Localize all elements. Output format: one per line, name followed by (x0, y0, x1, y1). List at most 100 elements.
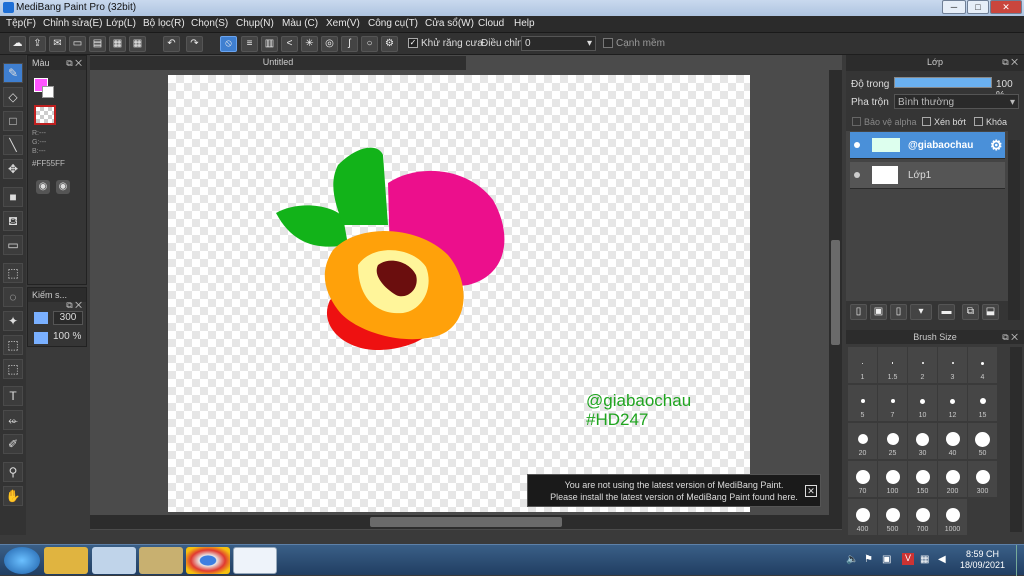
lasso-tool-icon[interactable]: ◌ (3, 287, 23, 307)
menu-help[interactable]: Help (514, 18, 535, 29)
shape-tool-icon[interactable]: ■ (3, 187, 23, 207)
menu-layer[interactable]: Lớp(L) (106, 18, 136, 29)
undo-icon[interactable]: ↶ (163, 36, 180, 52)
brush-size-option[interactable]: 12 (938, 385, 967, 421)
close-button[interactable]: ✕ (990, 0, 1022, 14)
line-tool-icon[interactable]: ╲ (3, 135, 23, 155)
brush-size-option[interactable]: 100 (878, 461, 907, 497)
select-eraser-icon[interactable]: ⬚ (3, 359, 23, 379)
brush-size-option[interactable]: 1 (848, 347, 877, 383)
brush-size-option[interactable]: 15 (968, 385, 997, 421)
explorer-icon[interactable] (44, 547, 88, 574)
parallel-snap-icon[interactable]: ≡ (241, 36, 258, 52)
select-pen-icon[interactable]: ⬚ (3, 335, 23, 355)
menu-color[interactable]: Màu (C) (282, 18, 318, 29)
brush-size-option[interactable]: 700 (908, 499, 937, 535)
brush-size-option[interactable]: 20 (848, 423, 877, 459)
update-notification[interactable]: You are not using the latest version of … (527, 474, 821, 507)
brush-size-option[interactable]: 200 (938, 461, 967, 497)
menu-tools[interactable]: Công cụ(T) (368, 18, 418, 29)
eye-icon[interactable] (854, 172, 860, 178)
comment-icon[interactable]: ✉ (49, 36, 66, 52)
settings-icon[interactable]: ⚙ (381, 36, 398, 52)
ellipse-snap-icon[interactable]: ○ (361, 36, 378, 52)
menu-edit[interactable]: Chỉnh sửa(E) (43, 18, 103, 29)
new-halftone-layer-icon[interactable]: ▣ (870, 304, 887, 320)
background-color-swatch[interactable] (42, 86, 54, 98)
language-app-icon[interactable] (92, 547, 136, 574)
tray-app-icon[interactable]: ▣ (882, 554, 891, 565)
brush-size-option[interactable]: 30 (908, 423, 937, 459)
layer-opacity-slider[interactable] (894, 77, 992, 88)
brush-size-option[interactable]: 1000 (938, 499, 967, 535)
brush-size-option[interactable]: 300 (968, 461, 997, 497)
adjust-dropdown[interactable]: 0 ▾ (521, 36, 596, 51)
medibang-taskbar-icon[interactable] (233, 547, 277, 574)
chat-icon[interactable]: ▭ (69, 36, 86, 52)
merge-layer-icon[interactable]: ⬓ (982, 304, 999, 320)
blend-mode-dropdown[interactable]: Bình thường ▾ (894, 94, 1019, 109)
brush-size-option[interactable]: 7 (878, 385, 907, 421)
menu-filter[interactable]: Bộ lọc(R) (143, 18, 185, 29)
curve-snap-icon[interactable]: ʃ (341, 36, 358, 52)
new-8bit-layer-icon[interactable]: ▯ (890, 304, 907, 320)
menu-view[interactable]: Xem(V) (326, 18, 360, 29)
text-tool-icon[interactable]: T (3, 386, 23, 406)
vertical-scroll-thumb[interactable] (831, 240, 840, 345)
pages-icon[interactable]: ▦ (109, 36, 126, 52)
paint-app-icon[interactable] (139, 547, 183, 574)
brush-size-option[interactable]: 10 (908, 385, 937, 421)
start-button[interactable] (4, 547, 40, 574)
gradient-tool-icon[interactable]: ▭ (3, 235, 23, 255)
size-value[interactable]: 300 (53, 311, 83, 325)
antialias-checkbox[interactable]: ✓ (408, 38, 418, 48)
hand-tool-icon[interactable]: ✋ (3, 486, 23, 506)
menu-cloud[interactable]: Cloud (478, 18, 504, 29)
menu-window[interactable]: Cửa sổ(W) (425, 18, 474, 29)
brush-size-option[interactable]: 4 (968, 347, 997, 383)
layer-row[interactable]: Lớp1 (850, 162, 1005, 189)
tray-flag-icon[interactable]: ⚑ (864, 554, 873, 565)
brush-size-option[interactable]: 50 (968, 423, 997, 459)
layer-scrollbar[interactable] (1008, 140, 1020, 320)
gear-icon[interactable]: ⚙ (990, 137, 1003, 154)
transparent-color-swatch[interactable] (34, 105, 56, 125)
menu-file[interactable]: Tệp(F) (6, 18, 36, 29)
palette-icon[interactable]: ◉ (36, 180, 50, 194)
horizontal-scroll-thumb[interactable] (370, 517, 562, 527)
radial-snap-icon[interactable]: ✳ (301, 36, 318, 52)
brush-size-option[interactable]: 150 (908, 461, 937, 497)
close-notification-icon[interactable]: ✕ (805, 485, 817, 497)
tray-speaker-icon[interactable]: 🔈 (846, 554, 858, 565)
eyedropper-tool-icon[interactable]: ⚲ (3, 462, 23, 482)
canvas[interactable]: @giabaochau #HD247 (168, 75, 750, 512)
brush-size-option[interactable]: 40 (938, 423, 967, 459)
folder-icon[interactable]: ▬ (938, 304, 955, 320)
brush-size-option[interactable]: 70 (848, 461, 877, 497)
divide-tool-icon[interactable]: ✐ (3, 434, 23, 454)
brush-size-option[interactable]: 25 (878, 423, 907, 459)
add-layer-menu-icon[interactable]: ▾ (910, 304, 932, 320)
select-tool-icon[interactable]: ⬚ (3, 263, 23, 283)
menu-capture[interactable]: Chụp(N) (236, 18, 274, 29)
chrome-icon[interactable] (186, 547, 230, 574)
maximize-button[interactable]: □ (967, 0, 989, 14)
clock[interactable]: 8:59 CH 18/09/2021 (960, 549, 1005, 571)
brush-size-option[interactable]: 2 (908, 347, 937, 383)
grid-icon[interactable]: ▦ (129, 36, 146, 52)
minimize-button[interactable]: ─ (942, 0, 966, 14)
tray-network-icon[interactable]: ▦ (920, 554, 929, 565)
new-layer-icon[interactable]: ▯ (850, 304, 867, 320)
bucket-tool-icon[interactable]: ⛾ (3, 211, 23, 231)
protect-alpha-checkbox[interactable] (852, 117, 861, 126)
eye-icon[interactable] (854, 142, 860, 148)
layer-row[interactable]: @giabaochau ⚙ (850, 132, 1005, 159)
tray-volume-icon[interactable]: ◀ (938, 554, 946, 565)
brush-size-option[interactable]: 400 (848, 499, 877, 535)
snap-off-icon[interactable]: ⦸ (220, 36, 237, 52)
brush-size-option[interactable]: 1.5 (878, 347, 907, 383)
magic-wand-icon[interactable]: ✦ (3, 311, 23, 331)
soft-edge-checkbox[interactable] (603, 38, 613, 48)
document-icon[interactable]: ▤ (89, 36, 106, 52)
brush-size-option[interactable]: 500 (878, 499, 907, 535)
